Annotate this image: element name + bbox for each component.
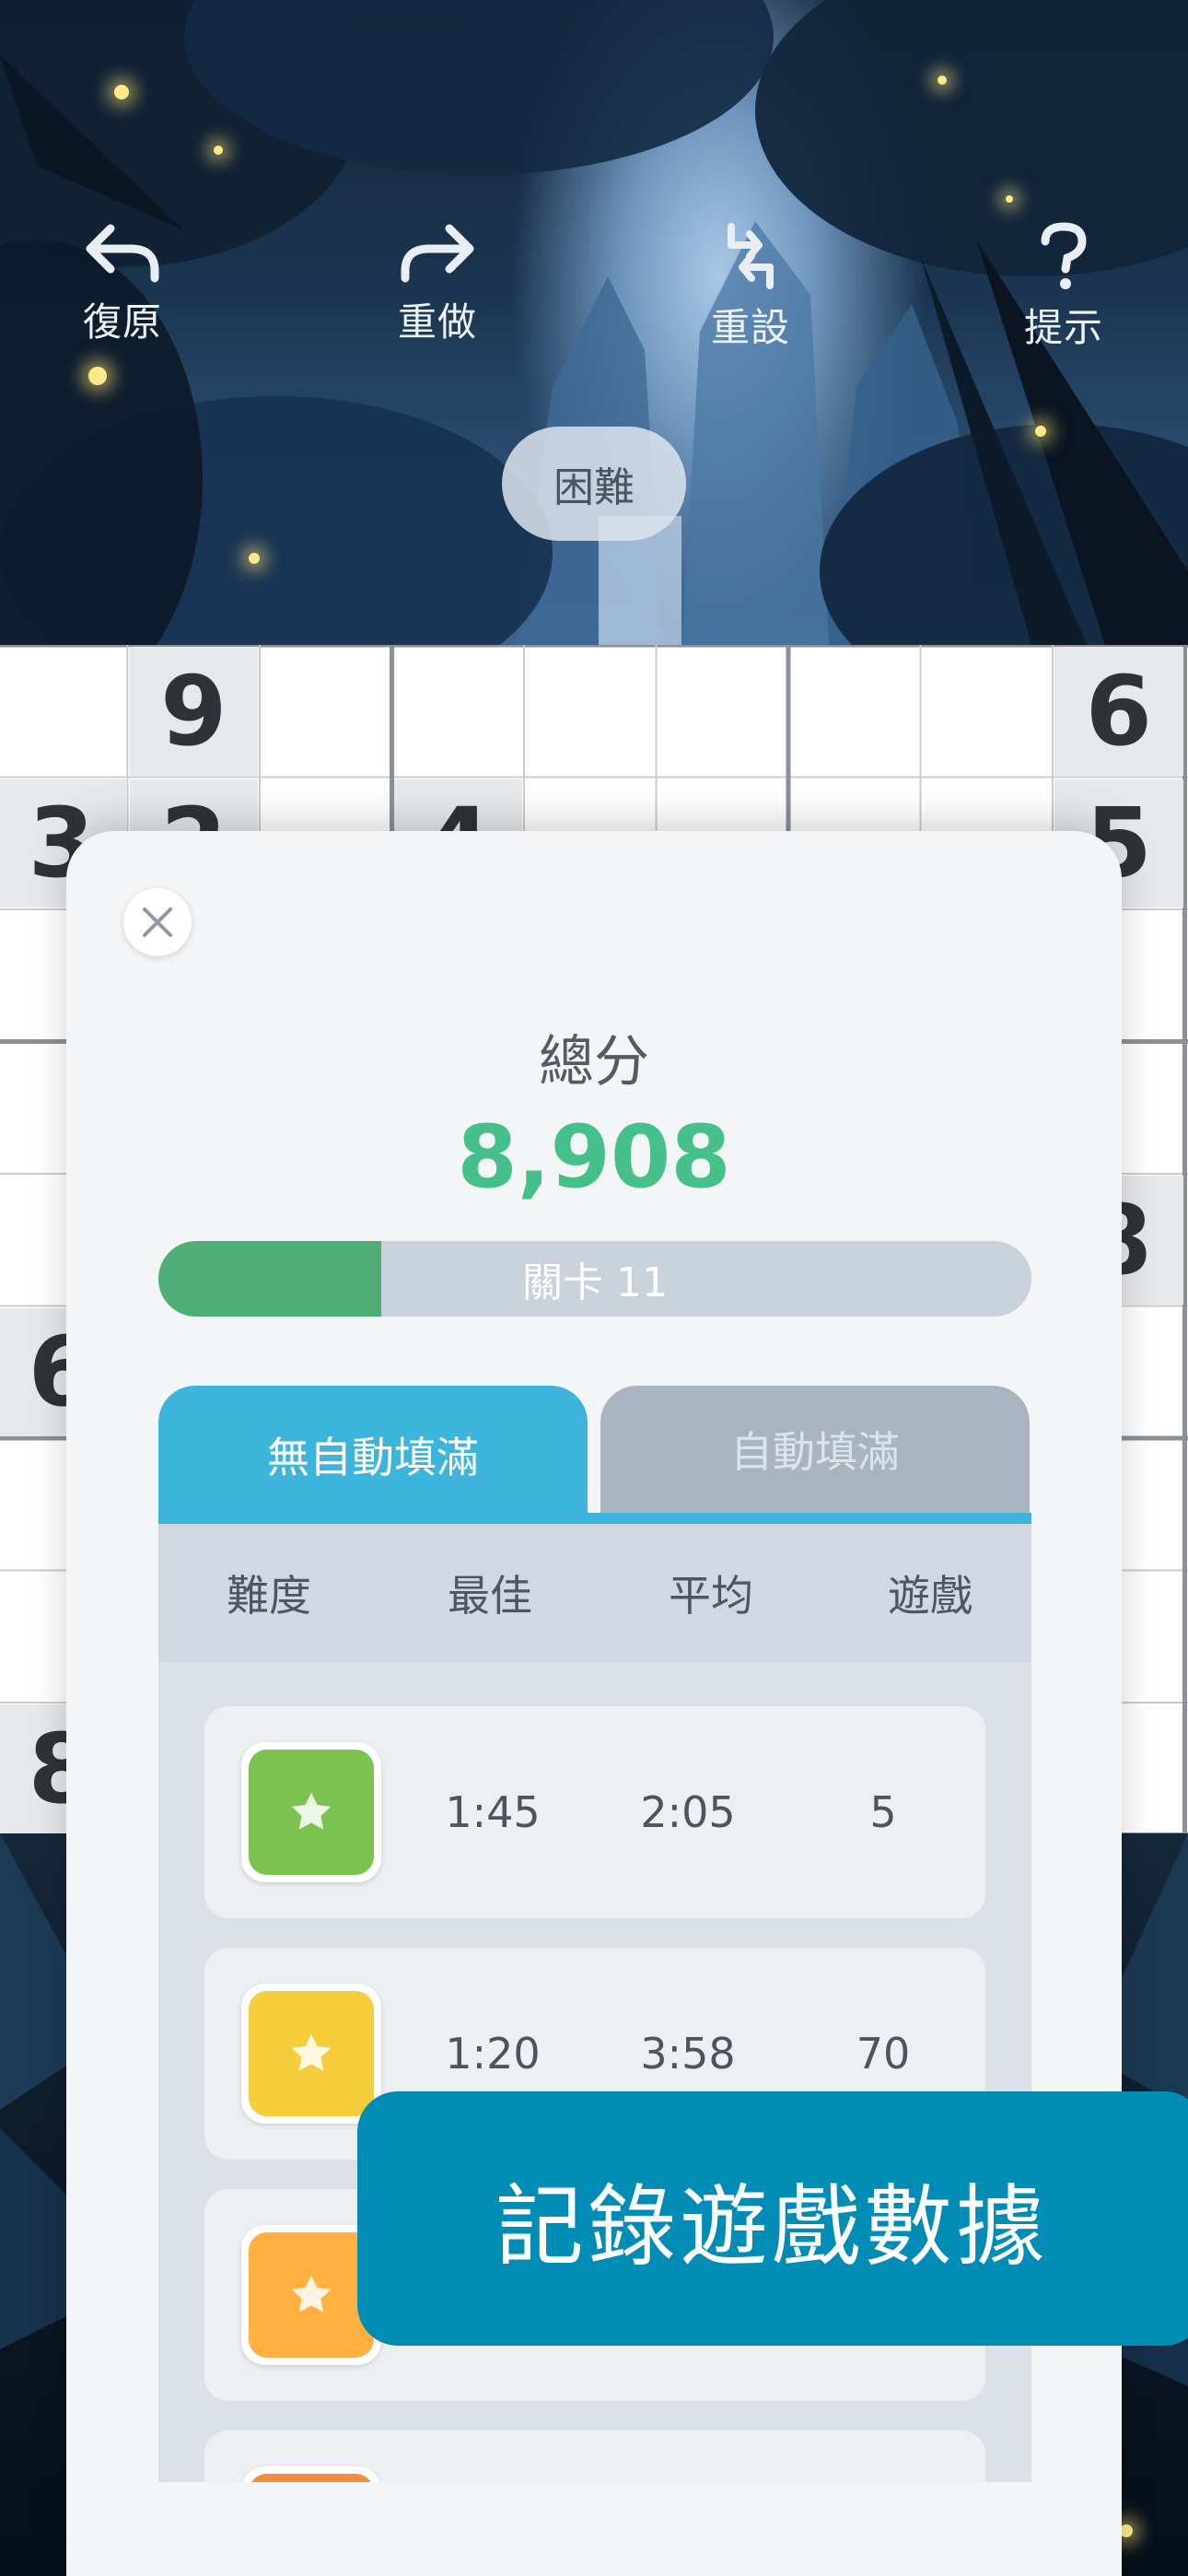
difficulty-badge[interactable]: 困難 [502, 427, 686, 541]
difficulty-badge-easy [241, 1742, 381, 1882]
column-header-average: 平均 [669, 1571, 753, 1621]
redo-label: 重做 [397, 299, 477, 345]
column-header-difficulty: 難度 [227, 1571, 311, 1621]
table-row: 1:45 2:05 5 [204, 1706, 985, 1918]
column-header-best: 最佳 [448, 1571, 532, 1621]
column-header-games: 遊戲 [888, 1571, 973, 1621]
level-progress-bar: 關卡 11 [158, 1241, 1031, 1317]
redo-icon [401, 224, 474, 283]
firefly [214, 146, 223, 155]
total-score-label: 總分 [539, 1030, 649, 1095]
close-button[interactable] [123, 888, 192, 956]
difficulty-badge-medium [241, 1984, 381, 2124]
firefly [1006, 195, 1013, 203]
hint-button[interactable]: 提示 [985, 221, 1142, 353]
redo-button[interactable]: 重做 [359, 221, 516, 347]
reset-label: 重設 [710, 305, 790, 350]
tab-underline [158, 1513, 1031, 1524]
games-count: 5 [869, 1787, 897, 1837]
table-row [204, 2430, 985, 2482]
star-icon [291, 2033, 332, 2071]
best-time: 1:45 [445, 1787, 541, 1837]
difficulty-badge-fill [249, 1991, 374, 2116]
reset-icon [728, 223, 774, 289]
forest-background-top: 復原 重做 重設 提示 困難 [0, 0, 1188, 645]
sudoku-cell[interactable]: 6 [1054, 647, 1183, 776]
close-icon [143, 907, 172, 937]
reset-button[interactable]: 重設 [672, 221, 829, 353]
star-icon [291, 1792, 332, 1830]
promo-banner: 記錄遊戲數據 [357, 2091, 1188, 2346]
best-time: 1:20 [445, 2029, 541, 2078]
difficulty-badge-fill [249, 2232, 374, 2358]
difficulty-badge-fill [249, 2474, 374, 2482]
firefly [114, 85, 129, 100]
average-time: 2:05 [640, 1787, 736, 1837]
undo-label: 復原 [82, 299, 162, 345]
star-icon [291, 2275, 332, 2313]
hint-icon [1041, 222, 1087, 289]
difficulty-badge-fill [249, 1750, 374, 1875]
undo-button[interactable]: 復原 [44, 221, 201, 347]
difficulty-badge-expert [241, 2466, 381, 2482]
firefly [88, 367, 107, 385]
firefly [1035, 426, 1046, 437]
stats-table-header: 難度 最佳 平均 遊戲 [158, 1524, 1031, 1662]
firefly [1120, 2524, 1133, 2537]
tab-no-autofill[interactable]: 無自動填滿 [158, 1386, 588, 1524]
games-count: 70 [856, 2029, 911, 2078]
total-score-value: 8,908 [457, 1107, 731, 1208]
average-time: 3:58 [640, 2029, 736, 2078]
firefly [938, 76, 947, 85]
sudoku-cell[interactable]: 9 [129, 647, 258, 776]
level-label: 關卡 11 [522, 1259, 668, 1306]
tab-autofill[interactable]: 自動填滿 [600, 1386, 1030, 1513]
hint-label: 提示 [1023, 305, 1103, 350]
firefly [249, 553, 260, 564]
undo-icon [86, 224, 159, 283]
stats-table-body[interactable]: 1:45 2:05 5 1:20 3:58 70 [158, 1662, 1031, 2482]
